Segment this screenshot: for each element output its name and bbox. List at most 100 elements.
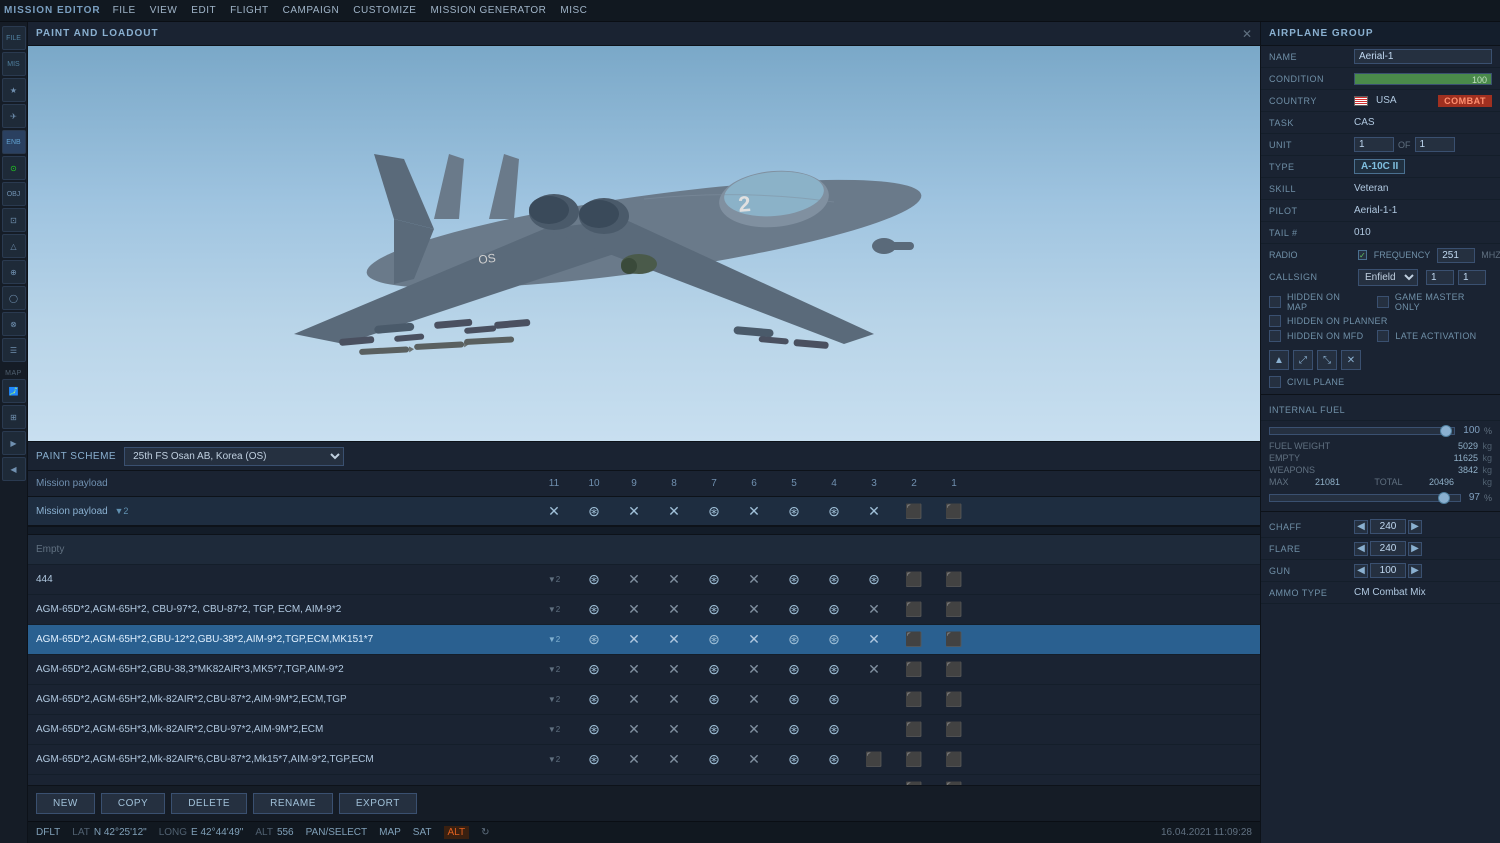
radio-checkbox[interactable] [1358, 250, 1367, 260]
hidden-planner-checkbox[interactable] [1269, 315, 1281, 327]
empty-value: 11625 [1454, 453, 1478, 463]
name-row: NAME [1261, 46, 1500, 68]
sidebar-mis[interactable]: MIS [2, 52, 26, 76]
sidebar-cross[interactable]: ⊗ [2, 312, 26, 336]
station-headers: 11 10 9 8 7 6 5 4 3 2 1 [534, 478, 1260, 489]
type-badge: A-10C II [1354, 159, 1405, 174]
sidebar-map-icon[interactable]: 🗾 [2, 379, 26, 403]
gun-decrement[interactable]: ◀ [1354, 564, 1368, 578]
sidebar-nav2[interactable]: ◀ [2, 457, 26, 481]
aircraft-display: 2 OS [28, 46, 1260, 441]
paint-scheme-select[interactable]: 25th FS Osan AB, Korea (OS) [124, 447, 344, 466]
sidebar-nav1[interactable]: ▶ [2, 431, 26, 455]
menu-items: FILE VIEW EDIT FLIGHT CAMPAIGN CUSTOMIZE… [113, 5, 588, 16]
refresh-icon[interactable]: ↻ [481, 827, 489, 838]
combat-badge: COMBAT [1438, 95, 1492, 107]
status-pan-select: PAN/SELECT [306, 827, 368, 838]
sidebar-circle[interactable]: ⊙ [2, 156, 26, 180]
hidden-map-checkbox[interactable] [1269, 296, 1281, 308]
callsign-select[interactable]: Enfield [1358, 269, 1418, 286]
paint-scheme-label: PAINT SCHEME [36, 451, 116, 462]
max-pct-slider[interactable] [1269, 494, 1461, 502]
new-button[interactable]: NEW [36, 793, 95, 814]
sidebar-enb[interactable]: ENB [2, 130, 26, 154]
list-item[interactable]: AGM-65D*2,AGM-65H*2,TGP, ECM, AIM-9*2 ▼2… [28, 775, 1260, 785]
name-input[interactable] [1354, 49, 1492, 64]
chaff-decrement[interactable]: ◀ [1354, 520, 1368, 534]
station-2: 2 [894, 478, 934, 489]
late-activation-checkbox[interactable] [1377, 330, 1389, 342]
loadout-area[interactable]: Mission payload 11 10 9 8 7 6 5 4 3 2 1 [28, 471, 1260, 785]
menu-misc[interactable]: MISC [560, 5, 587, 16]
station-8: 8 [654, 478, 694, 489]
menu-campaign[interactable]: CAMPAIGN [283, 5, 340, 16]
fuel-slider-thumb[interactable] [1440, 425, 1452, 437]
close-button[interactable]: ✕ [1242, 27, 1252, 41]
sidebar-airplane[interactable]: ✈ [2, 104, 26, 128]
hidden-mfd-checkbox[interactable] [1269, 330, 1281, 342]
callsign-num2[interactable] [1458, 270, 1486, 285]
sidebar-triangle[interactable]: △ [2, 234, 26, 258]
chaff-increment[interactable]: ▶ [1408, 520, 1422, 534]
loadout-name: AGM-65D*2,AGM-65H*2,Mk-82AIR*6,CBU-87*2,… [28, 754, 534, 765]
sidebar-menu[interactable]: ☰ [2, 338, 26, 362]
flare-decrement[interactable]: ◀ [1354, 542, 1368, 556]
freq-mhz: MHZ [1481, 250, 1500, 260]
sidebar-obj[interactable]: OBJ [2, 182, 26, 206]
export-button[interactable]: EXPORT [339, 793, 417, 814]
loadout-header-row: Mission payload 11 10 9 8 7 6 5 4 3 2 1 [28, 471, 1260, 497]
sidebar-star[interactable]: ★ [2, 78, 26, 102]
list-item[interactable]: 444 ▼2 ⊛ ✕ ✕ ⊛ ✕ ⊛ ⊛ ⊛ ⬛ ⬛ [28, 565, 1260, 595]
list-item[interactable]: AGM-65D*2,AGM-65H*3,Mk-82AIR*2,CBU-97*2,… [28, 715, 1260, 745]
condition-bar: 100 [1354, 73, 1492, 85]
gun-input[interactable] [1370, 563, 1406, 578]
fuel-slider[interactable] [1269, 427, 1455, 435]
toolbar-x[interactable]: ✕ [1341, 350, 1361, 370]
unit-total-input[interactable] [1415, 137, 1455, 152]
sidebar-empty-circle[interactable]: ◯ [2, 286, 26, 310]
chaff-input[interactable] [1370, 519, 1406, 534]
toolbar-collapse[interactable]: ⤡ [1317, 350, 1337, 370]
paint-scheme-bar: PAINT SCHEME 25th FS Osan AB, Korea (OS) [28, 441, 1260, 471]
gun-increment[interactable]: ▶ [1408, 564, 1422, 578]
loadout-divider [28, 527, 1260, 535]
sidebar-lines[interactable]: ⊡ [2, 208, 26, 232]
weapons-weight-row: WEAPONS 3842 kg [1261, 464, 1500, 476]
menu-customize[interactable]: CUSTOMIZE [353, 5, 416, 16]
app-title: MISSION EDITOR [4, 5, 101, 16]
sidebar-file[interactable]: FILE [2, 26, 26, 50]
flare-input[interactable] [1370, 541, 1406, 556]
flare-increment[interactable]: ▶ [1408, 542, 1422, 556]
menu-mission-generator[interactable]: MISSION GENERATOR [430, 5, 546, 16]
civil-plane-checkbox[interactable] [1269, 376, 1281, 388]
task-row: TASK CAS [1261, 112, 1500, 134]
loadout-stations: ▼2 ⊛ ✕ ✕ ⊛ ✕ ⊛ ⊛ ⬛ ⬛ [534, 721, 1260, 739]
mission-payload-row[interactable]: Mission payload ▼2 ✕ ⊛ ✕ ✕ ⊛ ✕ ⊛ ⊛ ✕ ⬛ [28, 497, 1260, 527]
unit-input[interactable] [1354, 137, 1394, 152]
game-master-checkbox[interactable] [1377, 296, 1389, 308]
status-alt: ALT 556 [255, 827, 293, 838]
list-item[interactable]: Empty [28, 535, 1260, 565]
menu-file[interactable]: FILE [113, 5, 136, 16]
fuel-pct: 100 [1463, 425, 1480, 436]
rename-button[interactable]: RENAME [253, 793, 333, 814]
menu-view[interactable]: VIEW [150, 5, 178, 16]
callsign-num1[interactable] [1426, 270, 1454, 285]
menu-edit[interactable]: EDIT [191, 5, 216, 16]
country-row: COUNTRY USA COMBAT [1261, 90, 1500, 112]
list-item[interactable]: AGM-65D*2,AGM-65H*2,GBU-12*2,GBU-38*2,AI… [28, 625, 1260, 655]
frequency-input[interactable] [1437, 248, 1475, 263]
sidebar-plus[interactable]: ⊕ [2, 260, 26, 284]
max-pct-thumb[interactable] [1438, 492, 1450, 504]
copy-button[interactable]: COPY [101, 793, 165, 814]
delete-button[interactable]: DELETE [171, 793, 247, 814]
sidebar-grid[interactable]: ⊞ [2, 405, 26, 429]
toolbar-up[interactable]: ▲ [1269, 350, 1289, 370]
list-item[interactable]: AGM-65D*2,AGM-65H*2, CBU-97*2, CBU-87*2,… [28, 595, 1260, 625]
toolbar-expand[interactable]: ⤢ [1293, 350, 1313, 370]
list-item[interactable]: AGM-65D*2,AGM-65H*2,Mk-82AIR*2,CBU-87*2,… [28, 685, 1260, 715]
list-item[interactable]: AGM-65D*2,AGM-65H*2,Mk-82AIR*6,CBU-87*2,… [28, 745, 1260, 775]
menu-flight[interactable]: FLIGHT [230, 5, 269, 16]
list-item[interactable]: AGM-65D*2,AGM-65H*2,GBU-38,3*MK82AIR*3,M… [28, 655, 1260, 685]
flare-row: FLARE ◀ ▶ [1261, 538, 1500, 560]
